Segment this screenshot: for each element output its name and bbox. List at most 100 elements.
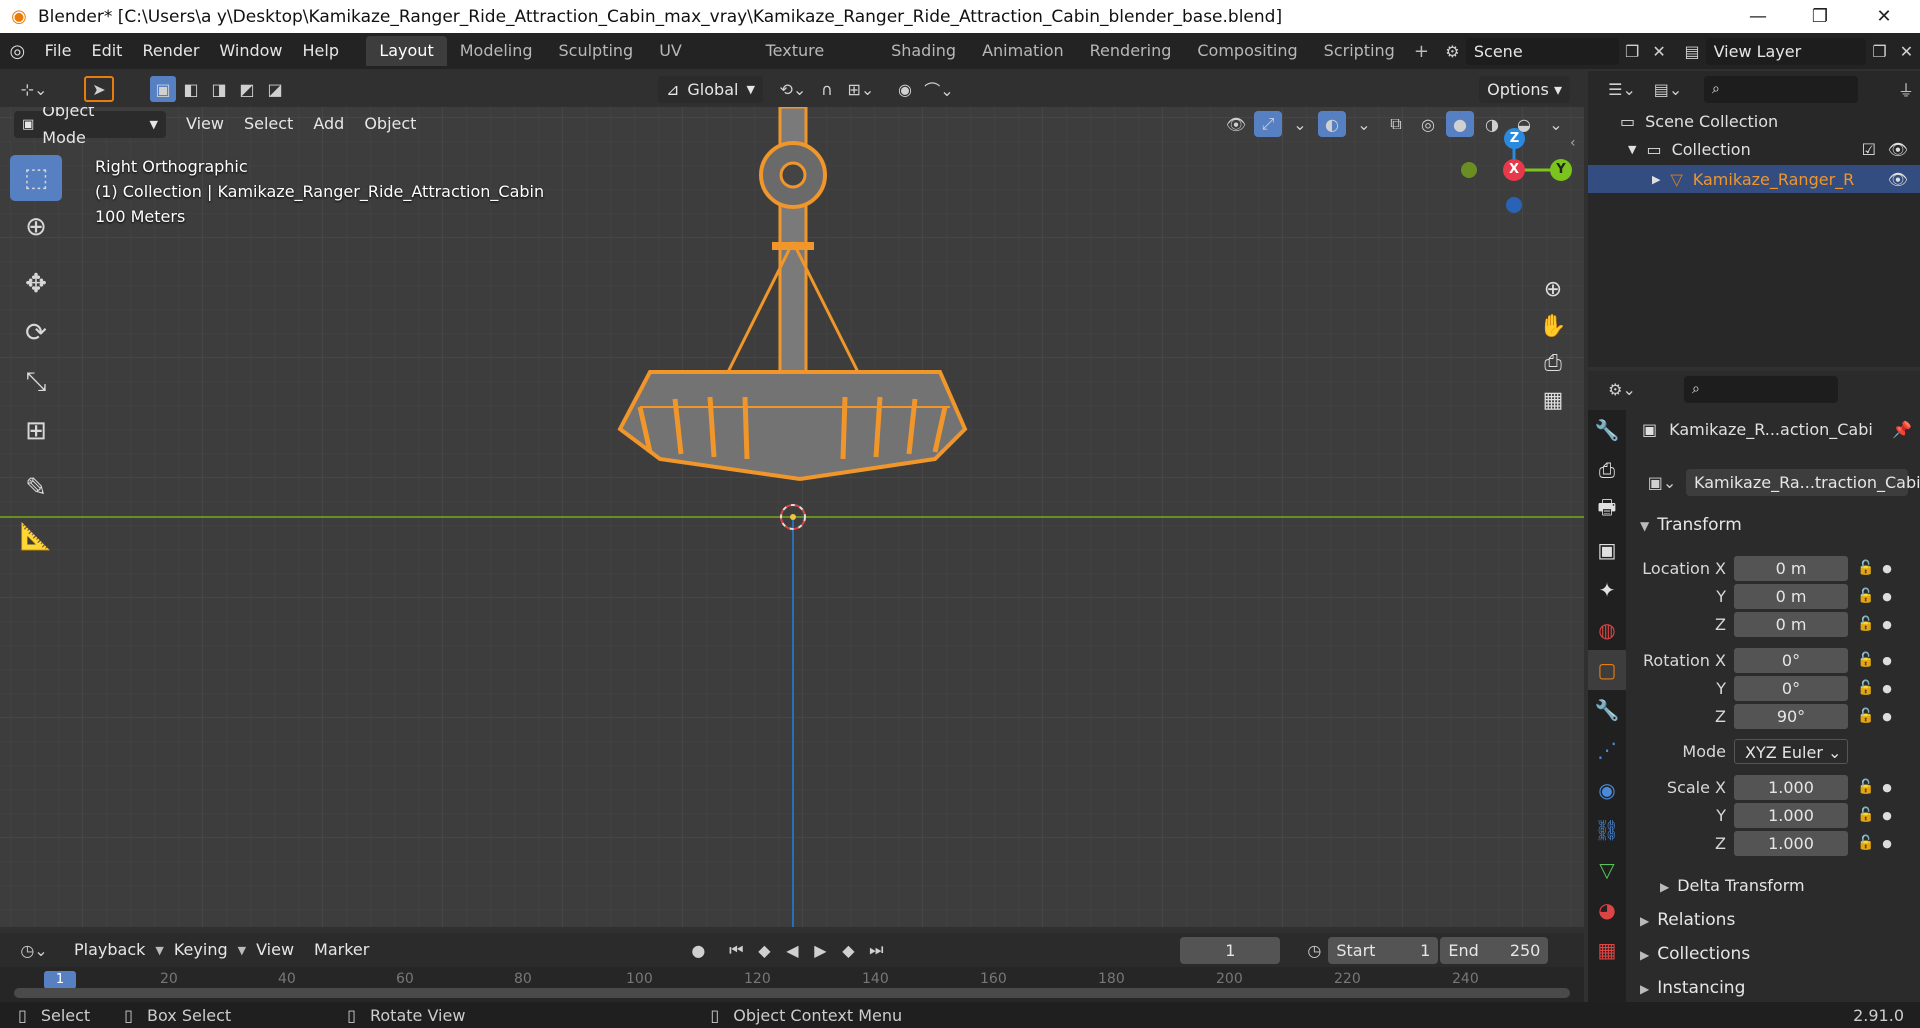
- object-browse-icon[interactable]: ▣⌄: [1642, 469, 1682, 496]
- blender-menu-icon[interactable]: ◎: [0, 41, 35, 62]
- particles-tab-icon[interactable]: ⋰: [1588, 730, 1626, 770]
- select-subtract-mode-icon[interactable]: ◨: [206, 76, 232, 102]
- lock-icon[interactable]: 🔓: [1854, 560, 1878, 576]
- minimize-button[interactable]: —: [1728, 0, 1788, 33]
- keyframe-dot-icon[interactable]: ●: [1878, 562, 1896, 575]
- display-mode-icon[interactable]: ▤⌄: [1648, 76, 1688, 102]
- jump-keyframe-forward-icon[interactable]: ◆: [834, 937, 862, 963]
- properties-editor-type-icon[interactable]: ⚙⌄: [1602, 376, 1642, 402]
- keyframe-dot-icon[interactable]: ●: [1878, 809, 1896, 822]
- lock-icon[interactable]: 🔓: [1854, 652, 1878, 668]
- timeline-menu-playback[interactable]: Playback: [64, 936, 155, 964]
- pan-hand-icon[interactable]: ✋: [1539, 314, 1566, 339]
- tab-texture-paint[interactable]: Texture Paint: [753, 36, 878, 90]
- solid-shading-icon[interactable]: ●: [1446, 111, 1474, 137]
- select-new-mode-icon[interactable]: ▣: [150, 76, 176, 102]
- scene-name-field[interactable]: Scene: [1465, 37, 1619, 65]
- visibility-eye-icon[interactable]: 👁: [1888, 170, 1908, 189]
- filter-icon[interactable]: ⏚: [1892, 76, 1920, 102]
- snap-toggle-icon[interactable]: ∩: [813, 76, 841, 102]
- keyframe-dot-icon[interactable]: ●: [1878, 837, 1896, 850]
- menu-render[interactable]: Render: [132, 37, 209, 65]
- tab-compositing[interactable]: Compositing: [1184, 36, 1310, 66]
- visibility-eye-icon[interactable]: 👁: [1888, 140, 1908, 159]
- editor-type-icon[interactable]: ⊹⌄: [14, 76, 54, 102]
- scene-selector-icon[interactable]: ⚙: [1439, 38, 1466, 64]
- lock-icon[interactable]: 🔓: [1854, 680, 1878, 696]
- output-tab-icon[interactable]: 🖶: [1588, 490, 1626, 530]
- jump-start-icon[interactable]: ⏮: [722, 937, 750, 963]
- select-intersect-mode-icon[interactable]: ◪: [262, 76, 288, 102]
- navigation-gizmo[interactable]: Z X Y: [1440, 125, 1580, 235]
- material-tab-icon[interactable]: ◕: [1588, 890, 1626, 930]
- rendered-shading-icon[interactable]: ◒: [1510, 111, 1538, 137]
- pin-icon[interactable]: 📌: [1892, 420, 1912, 439]
- material-shading-icon[interactable]: ◑: [1478, 111, 1506, 137]
- outliner-scene-collection[interactable]: ▭ Scene Collection: [1620, 112, 1778, 131]
- data-tab-icon[interactable]: ▽: [1588, 850, 1626, 890]
- gizmo-toggle-icon[interactable]: ⤢: [1254, 111, 1282, 137]
- delta-transform-section[interactable]: ▶ Delta Transform: [1660, 876, 1805, 895]
- lock-icon[interactable]: 🔓: [1854, 779, 1878, 795]
- cursor-tool-icon[interactable]: ⊕: [10, 204, 62, 250]
- scale-z-field[interactable]: 1.000: [1734, 830, 1848, 856]
- timeline-area[interactable]: 1 20 40 60 80 100 120 140 160 180 200 22…: [0, 967, 1584, 1002]
- transform-orientation-dropdown[interactable]: ⊿ Global ▼: [658, 75, 763, 103]
- viewport-menu-select[interactable]: Select: [234, 110, 303, 138]
- timeline-menu-marker[interactable]: Marker: [304, 936, 379, 964]
- close-button[interactable]: ✕: [1854, 0, 1914, 33]
- keyframe-dot-icon[interactable]: ●: [1878, 710, 1896, 723]
- zoom-icon[interactable]: ⊕: [1544, 277, 1562, 302]
- outliner-editor-type-icon[interactable]: ☰⌄: [1602, 76, 1642, 102]
- tab-sculpting[interactable]: Sculpting: [546, 36, 647, 66]
- current-frame-indicator[interactable]: 1: [44, 971, 76, 989]
- location-z-field[interactable]: 0 m: [1734, 611, 1848, 637]
- menu-help[interactable]: Help: [293, 37, 349, 65]
- pivot-point-icon[interactable]: ⟲⌄: [773, 76, 813, 102]
- end-frame-field[interactable]: End 250: [1440, 936, 1549, 964]
- world-tab-icon[interactable]: ◍: [1588, 610, 1626, 650]
- select-invert-mode-icon[interactable]: ◩: [234, 76, 260, 102]
- play-icon[interactable]: ▶: [806, 937, 834, 963]
- scale-x-field[interactable]: 1.000: [1734, 774, 1848, 800]
- timeline-scrollbar[interactable]: [14, 988, 1570, 998]
- timeline-menu-view[interactable]: View: [246, 936, 304, 964]
- new-view-layer-icon[interactable]: ❐: [1866, 38, 1893, 64]
- gizmo-x-axis[interactable]: X: [1503, 159, 1525, 181]
- gizmo-dropdown-icon[interactable]: ⌄: [1286, 111, 1314, 137]
- keyframe-dot-icon[interactable]: ●: [1878, 781, 1896, 794]
- overlays-dropdown-icon[interactable]: ⌄: [1350, 111, 1378, 137]
- tab-shading[interactable]: Shading: [878, 36, 969, 66]
- rotation-x-field[interactable]: 0°: [1734, 647, 1848, 673]
- keyframe-dot-icon[interactable]: ●: [1878, 590, 1896, 603]
- keyframe-dot-icon[interactable]: ●: [1878, 654, 1896, 667]
- tab-rendering[interactable]: Rendering: [1077, 36, 1185, 66]
- collections-section[interactable]: ▶ Collections: [1640, 944, 1750, 964]
- tab-scripting[interactable]: Scripting: [1311, 36, 1408, 66]
- render-tab-icon[interactable]: ⎙: [1588, 450, 1626, 490]
- constraints-tab-icon[interactable]: ⛓: [1588, 810, 1626, 850]
- jump-end-icon[interactable]: ⏭: [862, 937, 890, 963]
- outliner-search-input[interactable]: ⌕: [1704, 75, 1858, 103]
- current-frame-field[interactable]: 1: [1180, 936, 1281, 964]
- viewport-menu-object[interactable]: Object: [354, 110, 426, 138]
- keyframe-dot-icon[interactable]: ●: [1878, 682, 1896, 695]
- scene-tab-icon[interactable]: ✦: [1588, 570, 1626, 610]
- proportional-edit-icon[interactable]: ◉: [891, 76, 919, 102]
- keyframe-dot-icon[interactable]: ●: [1878, 618, 1896, 631]
- view-layer-field[interactable]: View Layer: [1705, 37, 1867, 65]
- view-layer-selector-icon[interactable]: ▤: [1679, 38, 1706, 64]
- shading-dropdown-icon[interactable]: ⌄: [1542, 111, 1570, 137]
- rotation-z-field[interactable]: 90°: [1734, 703, 1848, 729]
- location-y-field[interactable]: 0 m: [1734, 583, 1848, 609]
- camera-view-icon[interactable]: ⎙: [1544, 351, 1562, 376]
- location-x-field[interactable]: 0 m: [1734, 555, 1848, 581]
- start-frame-field[interactable]: Start 1: [1328, 936, 1439, 964]
- tab-uv-editing[interactable]: UV Editing: [646, 36, 752, 90]
- outliner-collection-row[interactable]: ▼ ▭ Collection ☑ 👁: [1628, 140, 1920, 159]
- record-icon[interactable]: ●: [684, 937, 712, 963]
- maximize-button[interactable]: ❐: [1790, 0, 1850, 33]
- wireframe-shading-icon[interactable]: ◎: [1414, 111, 1442, 137]
- tab-animation[interactable]: Animation: [969, 36, 1077, 66]
- proportional-falloff-icon[interactable]: ⌒⌄: [919, 76, 959, 102]
